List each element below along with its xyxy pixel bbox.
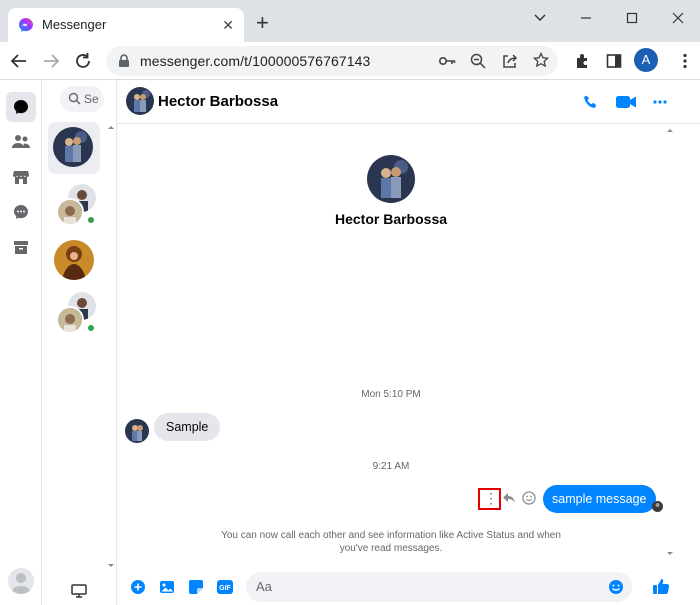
gif-icon[interactable]: GIF [216, 579, 234, 595]
message-requests-icon[interactable] [6, 197, 36, 227]
contact-avatar [53, 127, 93, 167]
outgoing-message-bubble[interactable]: sample message [543, 485, 656, 513]
add-actions-icon[interactable] [130, 579, 146, 595]
profile-name: Hector Barbossa [334, 211, 448, 227]
side-panel-icon[interactable] [605, 52, 623, 70]
tab-title: Messenger [42, 17, 107, 32]
conversation-scrollbar[interactable] [665, 124, 675, 560]
reply-icon[interactable] [502, 492, 516, 504]
message-input[interactable]: Aa [246, 572, 632, 602]
maximize-icon[interactable] [620, 8, 644, 28]
emoji-icon[interactable] [608, 579, 624, 595]
photo-icon[interactable] [159, 579, 175, 595]
share-icon[interactable] [502, 53, 518, 69]
browser-tab-bar: Messenger ✕ + [0, 0, 700, 42]
incoming-message-bubble[interactable]: Sample [154, 413, 221, 441]
seen-indicator-avatar [652, 501, 663, 512]
user-avatar[interactable] [8, 568, 34, 594]
sender-avatar[interactable] [125, 419, 149, 443]
chat-header-name[interactable]: Hector Barbossa [158, 93, 278, 110]
contact-item[interactable] [52, 292, 96, 336]
messenger-app: Se Hector Barbossa Hector Barbossa Mon 5… [0, 80, 700, 605]
phone-call-icon[interactable] [583, 94, 599, 110]
tab-close-icon[interactable]: ✕ [222, 17, 234, 34]
search-input[interactable]: Se [60, 86, 104, 112]
chrome-menu-icon[interactable] [676, 52, 694, 70]
profile-avatar[interactable]: A [634, 48, 658, 72]
sticker-icon[interactable] [188, 579, 204, 595]
video-call-icon[interactable] [615, 94, 637, 110]
reload-icon[interactable] [74, 52, 92, 70]
browser-tab[interactable]: Messenger ✕ [8, 8, 244, 42]
marketplace-icon[interactable] [6, 162, 36, 192]
browser-toolbar: messenger.com/t/100000576767143 A [0, 42, 700, 80]
contact-avatar [56, 198, 84, 226]
chat-info-notice: You can now call each other and see info… [221, 530, 561, 554]
people-icon[interactable] [6, 127, 36, 157]
messenger-favicon-icon [18, 17, 34, 33]
desktop-app-icon[interactable] [71, 584, 87, 598]
chat-list-scrollbar[interactable] [106, 124, 116, 574]
forward-icon[interactable] [42, 52, 60, 70]
back-icon[interactable] [10, 52, 28, 70]
contact-item[interactable] [52, 184, 96, 228]
chat-list: Se [42, 80, 117, 605]
close-window-icon[interactable] [666, 8, 690, 28]
tab-search-dropdown-icon[interactable] [528, 8, 552, 28]
search-placeholder: Se [84, 92, 99, 106]
zoom-out-icon[interactable] [470, 53, 486, 69]
chat-header: Hector Barbossa [117, 80, 700, 124]
svg-text:GIF: GIF [219, 585, 231, 592]
new-tab-button[interactable]: + [256, 12, 269, 34]
bookmark-star-icon[interactable] [533, 52, 549, 68]
chat-icon[interactable] [6, 92, 36, 122]
header-avatar[interactable] [126, 87, 154, 115]
address-bar[interactable]: messenger.com/t/100000576767143 [106, 46, 558, 76]
online-status-indicator [86, 215, 96, 225]
more-options-icon[interactable] [653, 100, 667, 104]
message-composer: GIF Aa [117, 571, 700, 605]
contact-item[interactable] [52, 238, 96, 282]
contact-item-hector-barbossa[interactable] [48, 122, 100, 174]
message-input-placeholder: Aa [256, 579, 272, 594]
left-nav-rail [0, 80, 42, 605]
highlight-box [478, 488, 501, 510]
contact-avatar [54, 240, 94, 280]
timestamp: 9:21 AM [372, 461, 410, 472]
conversation-panel: Hector Barbossa Hector Barbossa Mon 5:10… [117, 80, 700, 605]
lock-icon[interactable] [118, 54, 130, 68]
extensions-icon[interactable] [574, 52, 592, 70]
react-emoji-icon[interactable] [522, 491, 536, 505]
minimize-icon[interactable] [574, 8, 598, 28]
contact-avatar [56, 306, 84, 334]
archive-icon[interactable] [6, 232, 36, 262]
search-icon [68, 92, 81, 105]
online-status-indicator [86, 323, 96, 333]
key-icon[interactable] [438, 53, 456, 69]
profile-avatar-large[interactable] [367, 155, 415, 203]
timestamp: Mon 5:10 PM [361, 389, 421, 400]
thumbs-up-icon[interactable] [652, 577, 670, 595]
url-text: messenger.com/t/100000576767143 [140, 53, 371, 69]
